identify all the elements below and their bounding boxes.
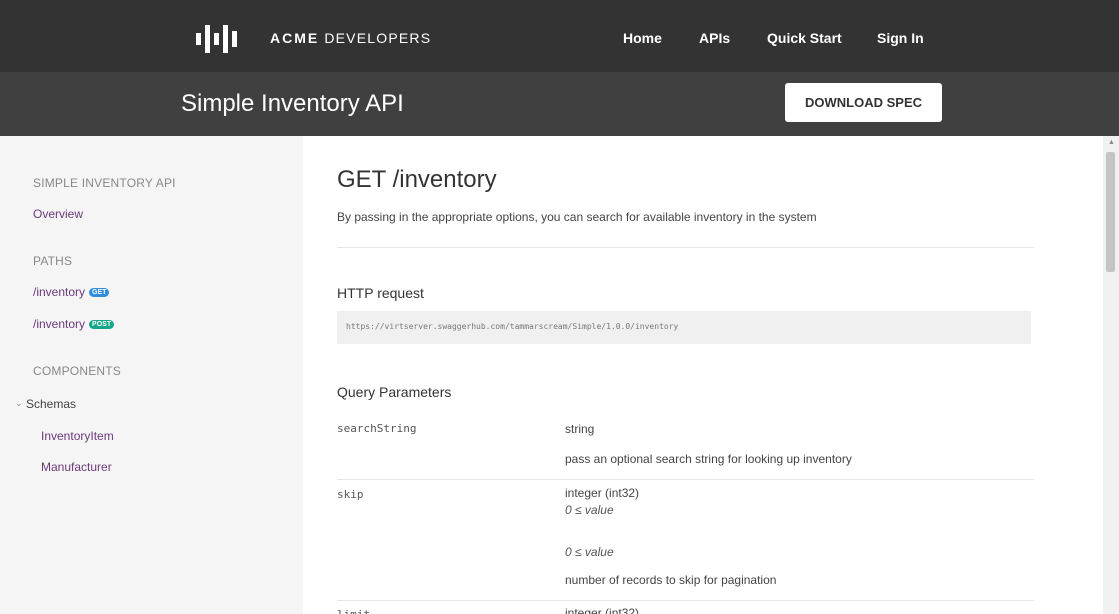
sidebar-section-paths: PATHS [33,254,73,268]
get-method-badge: GET [89,288,110,297]
param-type: string [565,422,595,436]
nav-apis[interactable]: APIs [699,30,730,46]
request-url-box: https://virtserver.swaggerhub.com/tammar… [337,311,1031,344]
chevron-down-icon[interactable]: ⌄ [15,398,23,409]
api-title: Simple Inventory API [181,90,404,117]
sidebar-item-schemas[interactable]: Schemas [26,397,76,411]
param-type: integer (int32) [565,606,640,614]
divider [337,247,1034,248]
sidebar: SIMPLE INVENTORY API Overview PATHS /inv… [0,136,303,614]
nav-sign-in[interactable]: Sign In [877,30,924,46]
nav-home[interactable]: Home [623,30,662,46]
param-name-searchstring: searchString [337,422,417,435]
divider [337,600,1034,601]
query-parameters-heading: Query Parameters [337,384,452,400]
api-title-bar: Simple Inventory API DOWNLOAD SPEC [0,72,1119,136]
sidebar-item-overview[interactable]: Overview [33,207,83,221]
sidebar-item-manufacturer[interactable]: Manufacturer [41,460,112,474]
nav-quick-start[interactable]: Quick Start [767,30,842,46]
download-spec-button[interactable]: DOWNLOAD SPEC [785,83,942,122]
post-method-badge: POST [89,320,115,329]
param-description: pass an optional search string for looki… [565,452,852,466]
endpoint-title: GET /inventory [337,166,497,193]
param-name-skip: skip [337,488,364,501]
sidebar-section-components: COMPONENTS [33,364,122,378]
sidebar-item-post-inventory[interactable]: /inventory POST [33,317,115,331]
vertical-scrollbar[interactable]: ▲ [1103,136,1119,614]
param-description: number of records to skip for pagination [565,573,777,587]
brand-name[interactable]: ACME DEVELOPERS [270,30,431,46]
sidebar-section-api: SIMPLE INVENTORY API [33,176,176,190]
brand-name-rest: DEVELOPERS [319,30,432,46]
http-request-heading: HTTP request [337,285,424,301]
sidebar-path-label: /inventory [33,285,86,299]
main-content: GET /inventory By passing in the appropr… [303,136,1103,614]
scroll-up-arrow-icon[interactable]: ▲ [1108,139,1115,146]
param-constraint: 0 ≤ value [565,545,614,559]
sidebar-item-get-inventory[interactable]: /inventory GET [33,285,110,299]
param-constraint: 0 ≤ value [565,503,614,517]
brand-name-bold: ACME [270,30,320,46]
sound-bars-logo-icon[interactable] [196,23,248,53]
scrollbar-thumb[interactable] [1106,152,1115,272]
request-url[interactable]: https://virtserver.swaggerhub.com/tammar… [346,322,678,331]
sidebar-item-inventoryitem[interactable]: InventoryItem [41,429,114,443]
sidebar-path-label: /inventory [33,317,86,331]
top-nav-bar: ACME DEVELOPERS Home APIs Quick Start Si… [0,0,1119,72]
divider [337,479,1034,480]
param-type: integer (int32) [565,486,640,500]
endpoint-description: By passing in the appropriate options, y… [337,210,817,224]
param-name-limit: limit [337,608,370,614]
